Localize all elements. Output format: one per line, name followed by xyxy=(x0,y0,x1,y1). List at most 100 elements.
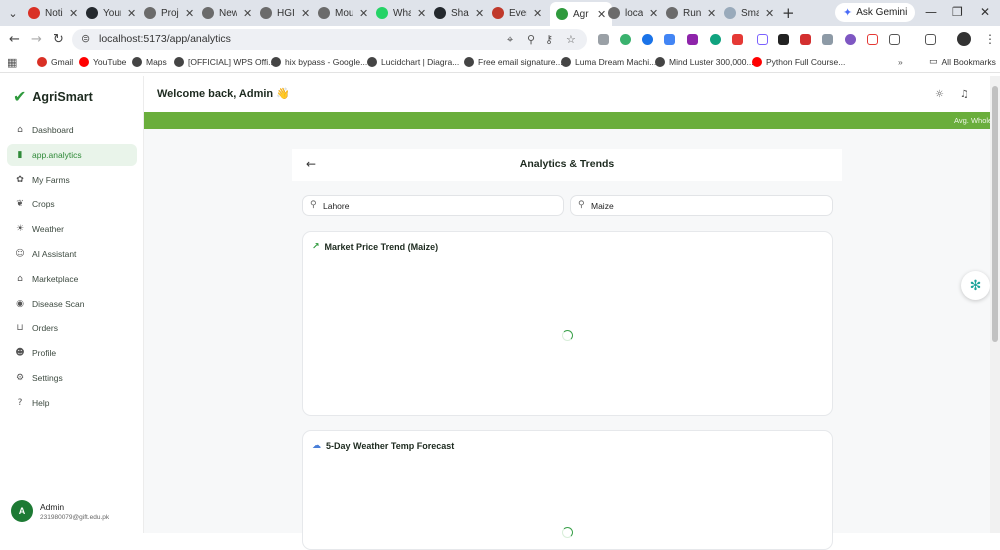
site-info-icon[interactable]: ⊜ xyxy=(81,32,90,45)
forward-icon[interactable]: → xyxy=(31,32,42,47)
city-input[interactable] xyxy=(323,199,543,213)
extension-icon[interactable] xyxy=(778,34,789,45)
translate-extension-icon[interactable] xyxy=(664,34,675,45)
sidebar-item-weather[interactable]: ☀ Weather xyxy=(7,218,137,240)
extension-icon[interactable] xyxy=(620,34,631,45)
brand-name: AgriSmart xyxy=(32,89,93,104)
sidebar-item-marketplace[interactable]: ⌂ Marketplace xyxy=(7,268,137,290)
notification-bell-icon[interactable]: ♫ xyxy=(960,89,969,100)
browser-tab[interactable]: Noti ✕ xyxy=(28,3,78,23)
tab-close-icon[interactable]: ✕ xyxy=(417,7,426,20)
sidebar-item-orders[interactable]: ⊔ Orders xyxy=(7,317,137,339)
sidebar-item-crops[interactable]: ❦ Crops xyxy=(7,193,137,215)
tab-search-icon[interactable]: ⌄ xyxy=(4,5,22,21)
extension-icon[interactable] xyxy=(710,34,721,45)
restore-icon[interactable]: ❐ xyxy=(952,5,963,19)
tab-close-icon[interactable]: ✕ xyxy=(243,7,252,20)
back-icon[interactable]: ← xyxy=(9,32,20,47)
city-search[interactable]: ⚲ xyxy=(302,195,564,216)
bookmark-item[interactable]: Maps xyxy=(132,57,167,67)
crop-input[interactable] xyxy=(591,199,811,213)
tab-close-icon[interactable]: ✕ xyxy=(533,7,542,20)
browser-tab[interactable]: Wha ✕ xyxy=(376,3,426,23)
help-icon: ? xyxy=(17,397,23,408)
bookmark-item[interactable]: Mind Luster 300,000... xyxy=(655,57,754,67)
sidebar-item-disease-scan[interactable]: ◉ Disease Scan xyxy=(7,293,137,315)
tab-close-icon[interactable]: ✕ xyxy=(475,7,484,20)
extension-icon[interactable] xyxy=(822,34,833,45)
sidebar-item-dashboard[interactable]: ⌂ Dashboard xyxy=(7,119,137,141)
tab-close-icon[interactable]: ✕ xyxy=(185,7,194,20)
new-tab-button[interactable]: + xyxy=(782,4,795,22)
ai-assistant-fab[interactable]: ✻ xyxy=(961,271,990,300)
browser-tab[interactable]: Run ✕ xyxy=(666,3,716,23)
address-bar[interactable]: ⊜ localhost:5173/app/analytics ⌖ ⚲ ⚷ ☆ xyxy=(72,29,587,50)
key-icon[interactable]: ⚷ xyxy=(545,33,553,46)
tab-close-icon[interactable]: ✕ xyxy=(359,7,368,20)
sidebar-item-label: Dashboard xyxy=(32,125,74,135)
tab-close-icon[interactable]: ✕ xyxy=(127,7,136,20)
browser-tab[interactable]: Sha ✕ xyxy=(434,3,484,23)
extension-icon[interactable] xyxy=(867,34,878,45)
sidebar-item-ai-assistant[interactable]: ☺ AI Assistant xyxy=(7,243,137,265)
reload-icon[interactable]: ↻ xyxy=(53,32,64,47)
extensions-puzzle-icon[interactable] xyxy=(889,34,900,45)
bookmarks-overflow-icon[interactable]: » xyxy=(898,57,903,67)
close-window-icon[interactable]: ✕ xyxy=(980,5,990,19)
profile-avatar[interactable] xyxy=(957,32,971,46)
browser-tab[interactable]: Sma ✕ xyxy=(724,3,774,23)
scrollbar[interactable] xyxy=(990,76,1000,533)
bookmark-star-icon[interactable]: ☆ xyxy=(566,33,576,46)
url-text[interactable]: localhost:5173/app/analytics xyxy=(99,33,231,45)
bookmark-item[interactable]: hix bypass - Google... xyxy=(271,57,367,67)
bookmark-item[interactable]: YouTube xyxy=(79,57,126,67)
gemini-spark-icon: ✦ xyxy=(843,7,853,19)
sidebar-item-help[interactable]: ? Help xyxy=(7,392,137,414)
bookmark-item[interactable]: Python Full Course... xyxy=(752,57,845,67)
theme-toggle-icon[interactable]: ☼ xyxy=(935,89,944,100)
reading-list-icon[interactable] xyxy=(925,34,936,45)
browser-tab[interactable]: Mou ✕ xyxy=(318,3,368,23)
bookmark-item[interactable]: Gmail xyxy=(37,57,73,67)
tab-close-icon[interactable]: ✕ xyxy=(597,8,606,21)
tab-close-icon[interactable]: ✕ xyxy=(69,7,78,20)
all-bookmarks-button[interactable]: ▭ All Bookmarks xyxy=(929,57,996,67)
extension-icon[interactable] xyxy=(800,34,811,45)
zoom-icon[interactable]: ⚲ xyxy=(527,33,535,46)
new-badge-extension-icon[interactable] xyxy=(732,34,743,45)
ask-gemini-button[interactable]: ✦ Ask Gemini xyxy=(835,3,916,22)
minimize-icon[interactable]: — xyxy=(925,5,937,19)
browser-tab[interactable]: HGI ✕ xyxy=(260,3,310,23)
extension-icon[interactable] xyxy=(642,34,653,45)
bookmark-item[interactable]: Luma Dream Machi... xyxy=(561,57,656,67)
crop-search[interactable]: ⚲ xyxy=(570,195,833,216)
sidebar-item-profile[interactable]: ☻ Profile xyxy=(7,342,137,364)
apps-grid-icon[interactable]: ▦ xyxy=(7,56,17,69)
extension-icon[interactable] xyxy=(757,34,768,45)
download-extension-icon[interactable] xyxy=(687,34,698,45)
brand[interactable]: ✔ AgriSmart xyxy=(13,87,93,106)
extension-icon[interactable] xyxy=(845,34,856,45)
bookmark-item[interactable]: Lucidchart | Diagra... xyxy=(367,57,459,67)
sidebar-item-app-analytics[interactable]: ▮ app.analytics xyxy=(7,143,137,166)
sidebar-item-my-farms[interactable]: ✿ My Farms xyxy=(7,169,137,191)
bookmark-item[interactable]: Free email signature... xyxy=(464,57,563,67)
tab-close-icon[interactable]: ✕ xyxy=(301,7,310,20)
scrollbar-thumb[interactable] xyxy=(992,86,998,342)
tab-title: Wha xyxy=(393,7,411,19)
user-card[interactable]: A Admin 231980079@gift.edu.pk xyxy=(11,500,109,522)
browser-tab[interactable]: New ✕ xyxy=(202,3,252,23)
camera-extension-icon[interactable] xyxy=(598,34,609,45)
sidebar-item-settings[interactable]: ⚙ Settings xyxy=(7,367,137,389)
browser-tab[interactable]: Ever ✕ xyxy=(492,3,542,23)
tab-close-icon[interactable]: ✕ xyxy=(765,7,774,20)
location-icon[interactable]: ⌖ xyxy=(507,33,513,47)
bookmark-item[interactable]: [OFFICIAL] WPS Offi... xyxy=(174,57,275,67)
more-menu-icon[interactable]: ⋮ xyxy=(984,32,996,46)
browser-tab[interactable]: Agr ✕ xyxy=(550,2,613,26)
browser-tab[interactable]: Your ✕ xyxy=(86,3,136,23)
browser-tab[interactable]: Proj ✕ xyxy=(144,3,194,23)
browser-tab[interactable]: loca ✕ xyxy=(608,3,658,23)
tab-close-icon[interactable]: ✕ xyxy=(707,7,716,20)
tab-close-icon[interactable]: ✕ xyxy=(649,7,658,20)
